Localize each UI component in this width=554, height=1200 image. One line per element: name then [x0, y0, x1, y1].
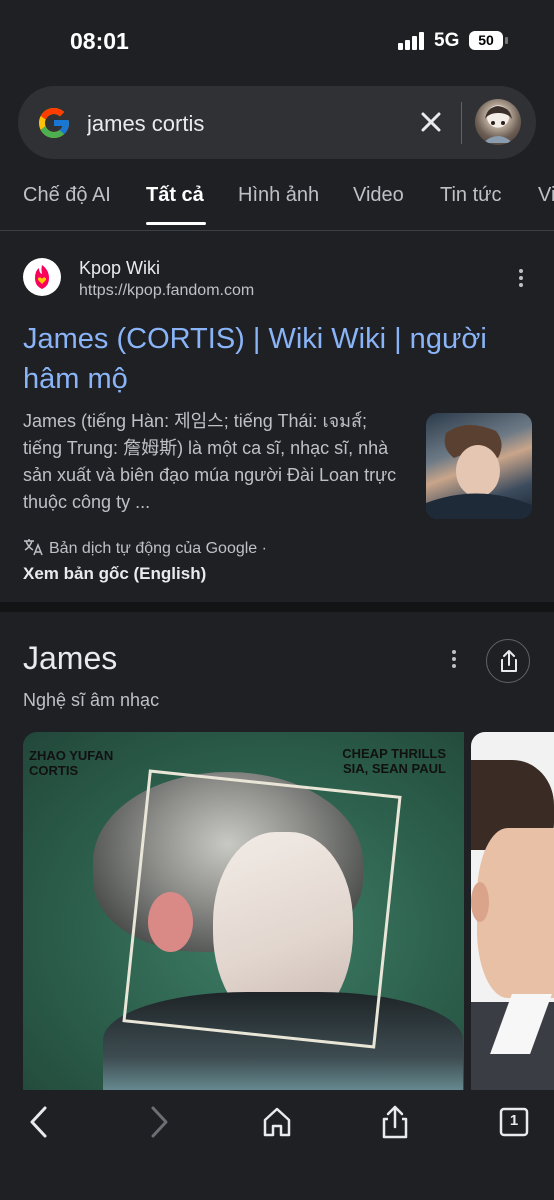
- result-url: https://kpop.fandom.com: [79, 282, 255, 299]
- active-tab-indicator: [146, 222, 206, 225]
- tab-count: 1: [509, 1112, 519, 1129]
- tab-video[interactable]: Video: [353, 184, 404, 207]
- more-options-icon[interactable]: [513, 269, 529, 293]
- status-bar: 08:01 5G 50: [0, 0, 554, 80]
- share-icon: [501, 650, 517, 672]
- translation-note-text: Bản dịch tự động của Google ·: [49, 540, 267, 557]
- avatar-illustration-icon: [483, 106, 513, 143]
- user-avatar[interactable]: [475, 99, 521, 145]
- tab-ai-mode[interactable]: Chế độ AI: [23, 184, 111, 207]
- search-tabs: Chế độ AI Tất cả Hình ảnh Video Tin tức …: [0, 170, 554, 230]
- tab-images[interactable]: Hình ảnh: [238, 184, 319, 207]
- tab-news[interactable]: Tin tức: [440, 184, 502, 207]
- section-divider: [0, 602, 554, 612]
- album-song-text: CHEAP THRILLS SIA, SEAN PAUL: [342, 746, 446, 776]
- translation-note: Bản dịch tự động của Google ·: [23, 538, 267, 558]
- tabs-button[interactable]: 1: [494, 1102, 534, 1142]
- album-artist-text: ZHAO YUFAN CORTIS: [29, 748, 114, 778]
- view-original-link[interactable]: Xem bản gốc (English): [23, 564, 206, 584]
- back-icon[interactable]: [20, 1102, 60, 1142]
- result-title-link[interactable]: James (CORTIS) | Wiki Wiki | người hâm m…: [23, 319, 523, 399]
- knowledge-panel-title: James: [23, 640, 118, 676]
- search-input[interactable]: [85, 108, 389, 140]
- fandom-site-icon: [23, 258, 61, 296]
- forward-icon[interactable]: [138, 1102, 178, 1142]
- search-result: Kpop Wiki https://kpop.fandom.com James …: [0, 231, 554, 602]
- network-type: 5G: [434, 30, 460, 51]
- share-icon[interactable]: [375, 1102, 415, 1142]
- result-site-name: Kpop Wiki: [79, 258, 161, 278]
- result-thumbnail[interactable]: [426, 413, 532, 519]
- photo-face: [477, 828, 554, 998]
- battery-tip: [505, 37, 508, 44]
- album-frame: [122, 769, 402, 1049]
- close-icon[interactable]: [416, 107, 446, 137]
- photo-ear: [471, 882, 489, 922]
- tab-more[interactable]: Vi: [538, 184, 554, 207]
- more-options-icon[interactable]: [446, 650, 462, 674]
- signal-strength-icon: [398, 32, 426, 50]
- status-time: 08:01: [70, 28, 129, 54]
- browser-toolbar: 1: [0, 1090, 554, 1200]
- tab-all[interactable]: Tất cả: [146, 184, 204, 207]
- result-snippet: James (tiếng Hàn: 제임스; tiếng Thái: เจมส์…: [23, 411, 397, 512]
- battery-icon: 50: [469, 31, 503, 50]
- search-bar[interactable]: [18, 86, 536, 159]
- google-g-logo-icon: [39, 108, 69, 138]
- home-icon[interactable]: [257, 1102, 297, 1142]
- knowledge-panel-subtitle: Nghệ sĩ âm nhạc: [23, 690, 160, 710]
- knowledge-panel: James Nghệ sĩ âm nhạc ZHAO YUFAN CORTIS …: [0, 612, 554, 1090]
- translate-icon: [24, 539, 43, 556]
- album-cover-image[interactable]: ZHAO YUFAN CORTIS CHEAP THRILLS SIA, SEA…: [23, 732, 464, 1090]
- artist-photo[interactable]: [471, 732, 554, 1090]
- share-button[interactable]: [486, 639, 530, 683]
- search-divider: [461, 102, 462, 144]
